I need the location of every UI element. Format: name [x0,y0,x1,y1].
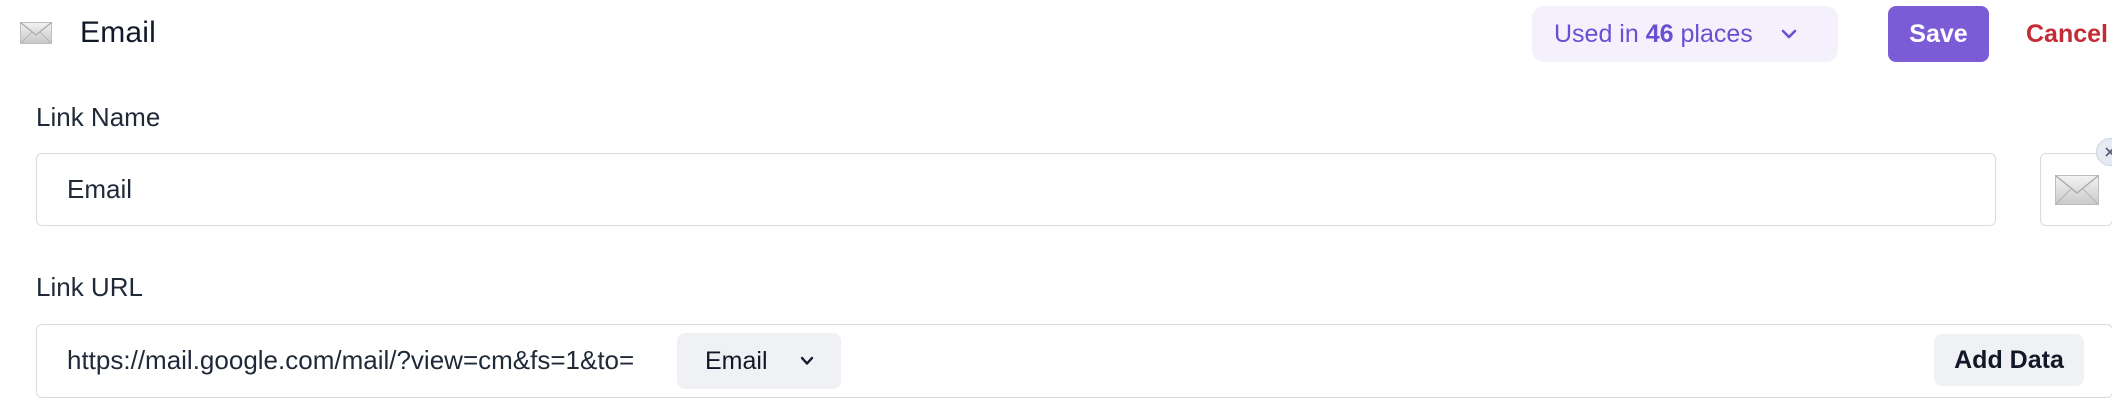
link-name-label: Link Name [36,102,161,132]
chevron-down-icon [800,356,814,365]
link-icon-picker[interactable] [2040,153,2112,226]
page-title: Email [80,16,157,49]
usage-count: 46 [1645,19,1674,48]
link-url-field[interactable]: https://mail.google.com/mail/?view=cm&fs… [36,324,2112,398]
usage-suffix: places [1680,19,1753,48]
data-token-label: Email [705,346,768,375]
mail-icon [2054,174,2099,205]
chevron-down-icon [1781,29,1797,39]
usage-prefix: Used in [1554,19,1639,48]
save-button[interactable]: Save [1888,6,1989,62]
add-data-button[interactable]: Add Data [1934,334,2084,386]
link-url-value[interactable]: https://mail.google.com/mail/?view=cm&fs… [67,325,634,396]
mail-icon [20,22,52,44]
close-icon [2105,147,2112,157]
data-token-email[interactable]: Email [677,333,841,389]
link-url-label: Link URL [36,272,143,302]
usage-dropdown[interactable]: Used in 46 places [1532,6,1838,62]
link-name-input[interactable] [36,153,1996,226]
header: Email Used in 46 places Save Cancel [0,0,2112,72]
cancel-button[interactable]: Cancel [2018,6,2112,62]
